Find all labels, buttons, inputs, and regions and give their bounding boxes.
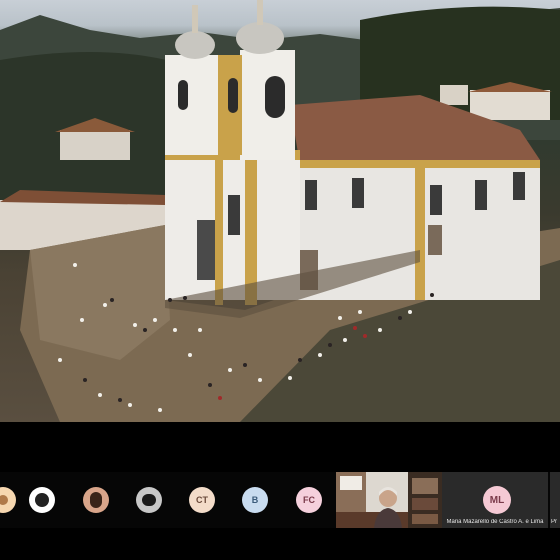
avatar-initials: ML bbox=[489, 494, 505, 506]
avatar-initials: FC bbox=[303, 495, 315, 505]
church-aerial-image bbox=[0, 0, 560, 422]
person-photo-icon bbox=[0, 495, 8, 505]
person-photo-icon bbox=[142, 494, 156, 506]
participant-avatar-fc[interactable]: FC bbox=[296, 487, 322, 513]
participant-avatar-ml: ML bbox=[483, 486, 511, 514]
participant-avatar[interactable] bbox=[136, 487, 162, 513]
participant-video-tile-2[interactable] bbox=[408, 472, 442, 528]
webcam-feed-icon bbox=[336, 472, 408, 528]
bottom-band bbox=[0, 528, 560, 560]
person-photo-icon bbox=[90, 492, 102, 508]
shared-screen-video bbox=[0, 0, 560, 422]
screen-share-gap bbox=[0, 422, 560, 472]
participant-avatar[interactable] bbox=[29, 487, 55, 513]
participant-tile-ml[interactable]: ML Maria Mazarello de Castro A. e Lima bbox=[442, 472, 548, 528]
person-photo-icon bbox=[35, 493, 49, 507]
participant-avatar-b[interactable]: B bbox=[242, 487, 268, 513]
participant-avatar[interactable] bbox=[83, 487, 109, 513]
participant-name: Pr bbox=[551, 519, 557, 525]
participant-avatar-ct[interactable]: CT bbox=[189, 487, 215, 513]
participant-video-tile[interactable] bbox=[336, 472, 408, 528]
participant-name: Maria Mazarello de Castro A. e Lima bbox=[446, 519, 544, 525]
avatar-initials: CT bbox=[196, 495, 208, 505]
avatar-initials: B bbox=[251, 495, 259, 505]
participant-tile-edge[interactable]: Pr bbox=[550, 472, 560, 528]
bookshelf-feed-icon bbox=[408, 472, 442, 528]
